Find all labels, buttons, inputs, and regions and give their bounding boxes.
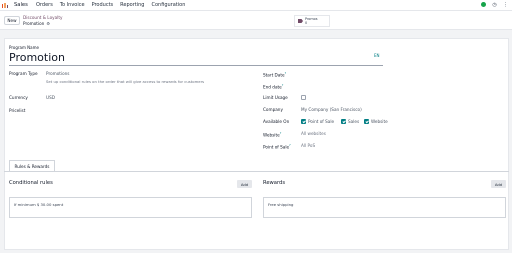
- language-button[interactable]: EN: [374, 53, 380, 58]
- website-checkbox[interactable]: [364, 119, 369, 124]
- point-of-sale-label-text: Point of Sale: [263, 144, 290, 150]
- start-date-label: Start Date?: [263, 71, 286, 77]
- menu-products[interactable]: Products: [92, 2, 114, 8]
- end-date-label: End date?: [263, 83, 283, 89]
- clock-icon[interactable]: ◷: [492, 2, 497, 8]
- limit-usage-checkbox[interactable]: [301, 95, 306, 100]
- form-sheet: [4, 38, 509, 250]
- website-help-icon[interactable]: ?: [280, 131, 282, 135]
- company-value[interactable]: My Company (San Francisco): [301, 107, 362, 112]
- program-name-underline: [9, 65, 383, 66]
- control-panel: New Discount & Loyalty Promotion ⚙ Promo…: [0, 11, 512, 30]
- reward-card[interactable]: Free shipping: [263, 197, 506, 218]
- navbar-systray: ◷ ⋮: [481, 2, 508, 8]
- tab-rules-rewards[interactable]: Rules & Rewards: [9, 160, 55, 171]
- rule-text: If minimum $ 30.00 spent: [14, 202, 64, 207]
- add-rule-button[interactable]: Add: [237, 180, 252, 188]
- smart-button-count: 0: [305, 21, 308, 25]
- limit-usage-label: Limit Usage: [263, 95, 288, 100]
- program-type-value[interactable]: Promotions: [46, 71, 70, 76]
- promos-smart-button[interactable]: Promos 0: [294, 15, 330, 27]
- app-name[interactable]: Sales: [14, 2, 28, 8]
- available-on-label: Available On: [263, 119, 290, 124]
- menu-configuration[interactable]: Configuration: [151, 2, 185, 8]
- company-label: Company: [263, 107, 283, 112]
- sales-checkbox[interactable]: [341, 119, 346, 124]
- breadcrumb-current-label: Promotion: [23, 21, 45, 26]
- program-type-label: Program Type: [9, 71, 38, 76]
- website-option: Website: [371, 119, 388, 124]
- currency-label: Currency: [9, 95, 28, 100]
- website-value[interactable]: All websites: [301, 131, 326, 136]
- program-type-help: Set up conditional rules on the order th…: [46, 79, 205, 84]
- rewards-title: Rewards: [263, 180, 286, 186]
- program-name-input[interactable]: Promotion: [9, 51, 65, 64]
- odoo-apps-icon[interactable]: [2, 3, 8, 8]
- website-label: Website?: [263, 131, 281, 137]
- tab-divider: [4, 171, 509, 172]
- main-menu: Orders To Invoice Products Reporting Con…: [36, 2, 185, 8]
- point-of-sale-help-icon[interactable]: ?: [289, 143, 291, 147]
- menu-reporting[interactable]: Reporting: [120, 2, 144, 8]
- menu-orders[interactable]: Orders: [36, 2, 53, 8]
- start-date-help-icon[interactable]: ?: [285, 71, 287, 75]
- top-navbar: Sales Orders To Invoice Products Reporti…: [0, 0, 512, 11]
- end-date-help-icon[interactable]: ?: [282, 83, 284, 87]
- breadcrumb-current: Promotion ⚙: [23, 21, 50, 26]
- program-name-label: Program Name: [9, 45, 39, 50]
- website-label-text: Website: [263, 132, 280, 138]
- new-button[interactable]: New: [4, 16, 20, 25]
- breadcrumb-parent[interactable]: Discount & Loyalty: [23, 15, 62, 20]
- sales-option: Sales: [348, 119, 360, 124]
- reward-text: Free shipping: [268, 202, 294, 207]
- add-reward-button[interactable]: Add: [491, 180, 506, 188]
- status-dot-icon[interactable]: [481, 2, 486, 7]
- point-of-sale-checkbox[interactable]: [301, 119, 306, 124]
- pricelist-label: Pricelist: [9, 108, 26, 113]
- rule-card[interactable]: If minimum $ 30.00 spent: [9, 197, 252, 218]
- menu-to-invoice[interactable]: To Invoice: [60, 2, 85, 8]
- currency-value[interactable]: USD: [46, 95, 55, 100]
- point-of-sale-value[interactable]: All PoS: [301, 143, 315, 148]
- tag-icon: [298, 19, 303, 23]
- gear-icon[interactable]: ⚙: [46, 21, 50, 26]
- point-of-sale-option: Point of Sale: [308, 119, 335, 124]
- point-of-sale-label: Point of Sale?: [263, 143, 291, 149]
- start-date-label-text: Start Date: [263, 72, 285, 78]
- end-date-label-text: End date: [263, 84, 282, 90]
- smart-button-text: Promos 0: [305, 17, 318, 25]
- more-icon[interactable]: ⋮: [503, 2, 508, 8]
- conditional-rules-title: Conditional rules: [9, 180, 53, 186]
